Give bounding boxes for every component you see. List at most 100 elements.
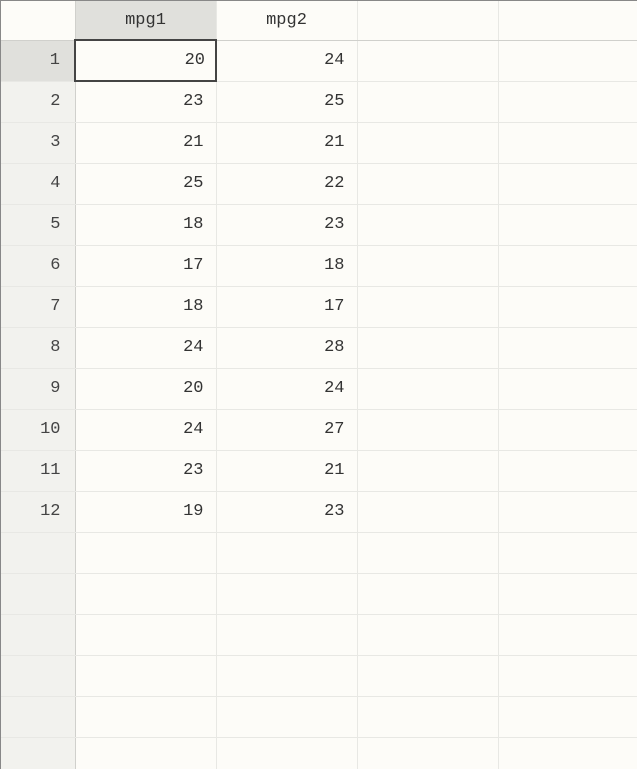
data-cell-empty[interactable]	[75, 573, 216, 614]
data-cell[interactable]: 24	[216, 40, 357, 81]
data-cell[interactable]	[498, 245, 637, 286]
data-cell[interactable]: 28	[216, 327, 357, 368]
data-cell[interactable]	[357, 286, 498, 327]
data-cell[interactable]: 18	[216, 245, 357, 286]
data-cell[interactable]: 25	[216, 81, 357, 122]
data-cell[interactable]: 21	[216, 122, 357, 163]
data-cell[interactable]: 20	[75, 368, 216, 409]
data-cell-empty[interactable]	[216, 532, 357, 573]
data-cell[interactable]	[357, 122, 498, 163]
rownum-cell[interactable]: 10	[1, 409, 75, 450]
data-cell[interactable]	[498, 450, 637, 491]
data-cell-empty[interactable]	[498, 655, 637, 696]
data-cell[interactable]	[357, 409, 498, 450]
data-cell[interactable]	[498, 81, 637, 122]
column-header-mpg1[interactable]: mpg1	[75, 1, 216, 40]
data-cell[interactable]: 23	[75, 81, 216, 122]
rownum-cell[interactable]: 4	[1, 163, 75, 204]
column-header-empty[interactable]	[498, 1, 637, 40]
data-cell-empty[interactable]	[75, 737, 216, 769]
data-cell-empty[interactable]	[498, 532, 637, 573]
data-cell[interactable]	[357, 204, 498, 245]
data-cell[interactable]	[498, 327, 637, 368]
data-cell[interactable]: 24	[216, 368, 357, 409]
data-cell-empty[interactable]	[498, 573, 637, 614]
data-cell[interactable]	[498, 286, 637, 327]
rownum-cell[interactable]: 3	[1, 122, 75, 163]
data-cell[interactable]: 24	[75, 409, 216, 450]
rownum-cell[interactable]: 5	[1, 204, 75, 245]
data-cell[interactable]	[357, 368, 498, 409]
rownum-header[interactable]	[1, 1, 75, 40]
data-cell-empty[interactable]	[357, 614, 498, 655]
data-cell[interactable]: 23	[216, 204, 357, 245]
data-cell[interactable]	[357, 245, 498, 286]
data-cell[interactable]	[357, 40, 498, 81]
rownum-cell[interactable]: 6	[1, 245, 75, 286]
data-cell[interactable]: 18	[75, 286, 216, 327]
data-cell-empty[interactable]	[75, 655, 216, 696]
data-cell[interactable]: 24	[75, 327, 216, 368]
data-cell[interactable]: 18	[75, 204, 216, 245]
rownum-cell[interactable]: 7	[1, 286, 75, 327]
data-cell-empty[interactable]	[498, 614, 637, 655]
data-cell[interactable]: 19	[75, 491, 216, 532]
column-header-empty[interactable]	[357, 1, 498, 40]
data-cell[interactable]: 21	[216, 450, 357, 491]
data-cell[interactable]: 25	[75, 163, 216, 204]
data-cell-empty[interactable]	[498, 696, 637, 737]
data-cell-empty[interactable]	[216, 737, 357, 769]
rownum-cell-empty[interactable]	[1, 737, 75, 769]
data-cell-empty[interactable]	[75, 696, 216, 737]
data-cell-empty[interactable]	[75, 614, 216, 655]
rownum-cell[interactable]: 9	[1, 368, 75, 409]
data-cell[interactable]	[498, 40, 637, 81]
rownum-cell-empty[interactable]	[1, 696, 75, 737]
data-cell[interactable]: 23	[216, 491, 357, 532]
data-cell-empty[interactable]	[357, 696, 498, 737]
data-cell[interactable]	[357, 491, 498, 532]
rownum-cell[interactable]: 2	[1, 81, 75, 122]
data-cell-empty[interactable]	[357, 532, 498, 573]
data-cell-empty[interactable]	[357, 655, 498, 696]
rownum-cell[interactable]: 11	[1, 450, 75, 491]
data-cell[interactable]	[357, 450, 498, 491]
column-header-mpg2[interactable]: mpg2	[216, 1, 357, 40]
data-cell[interactable]: 17	[75, 245, 216, 286]
data-cell-empty[interactable]	[357, 737, 498, 769]
data-cell[interactable]	[498, 368, 637, 409]
data-cell[interactable]	[357, 81, 498, 122]
data-cell[interactable]: 20	[75, 40, 216, 81]
data-cell-empty[interactable]	[216, 614, 357, 655]
rownum-cell[interactable]: 1	[1, 40, 75, 81]
data-cell-empty[interactable]	[216, 573, 357, 614]
data-cell-empty[interactable]	[357, 573, 498, 614]
data-cell-empty[interactable]	[216, 655, 357, 696]
table-row-empty	[1, 655, 637, 696]
data-cell[interactable]	[357, 327, 498, 368]
data-cell-empty[interactable]	[216, 696, 357, 737]
rownum-cell-empty[interactable]	[1, 614, 75, 655]
data-cell[interactable]	[498, 491, 637, 532]
data-grid[interactable]: mpg1mpg2 1202422325321214252251823617187…	[0, 0, 637, 769]
data-cell-empty[interactable]	[75, 532, 216, 573]
rownum-cell-empty[interactable]	[1, 532, 75, 573]
rownum-cell-empty[interactable]	[1, 573, 75, 614]
rownum-cell[interactable]: 8	[1, 327, 75, 368]
data-cell[interactable]: 22	[216, 163, 357, 204]
data-cell[interactable]	[498, 204, 637, 245]
data-cell[interactable]: 17	[216, 286, 357, 327]
table-row: 102427	[1, 409, 637, 450]
data-cell[interactable]	[357, 163, 498, 204]
data-cell-empty[interactable]	[498, 737, 637, 769]
table-body: 1202422325321214252251823617187181782428…	[1, 40, 637, 769]
data-cell[interactable]	[498, 409, 637, 450]
table-row-empty	[1, 573, 637, 614]
rownum-cell-empty[interactable]	[1, 655, 75, 696]
data-cell[interactable]	[498, 163, 637, 204]
data-cell[interactable]: 27	[216, 409, 357, 450]
data-cell[interactable]	[498, 122, 637, 163]
data-cell[interactable]: 23	[75, 450, 216, 491]
data-cell[interactable]: 21	[75, 122, 216, 163]
rownum-cell[interactable]: 12	[1, 491, 75, 532]
